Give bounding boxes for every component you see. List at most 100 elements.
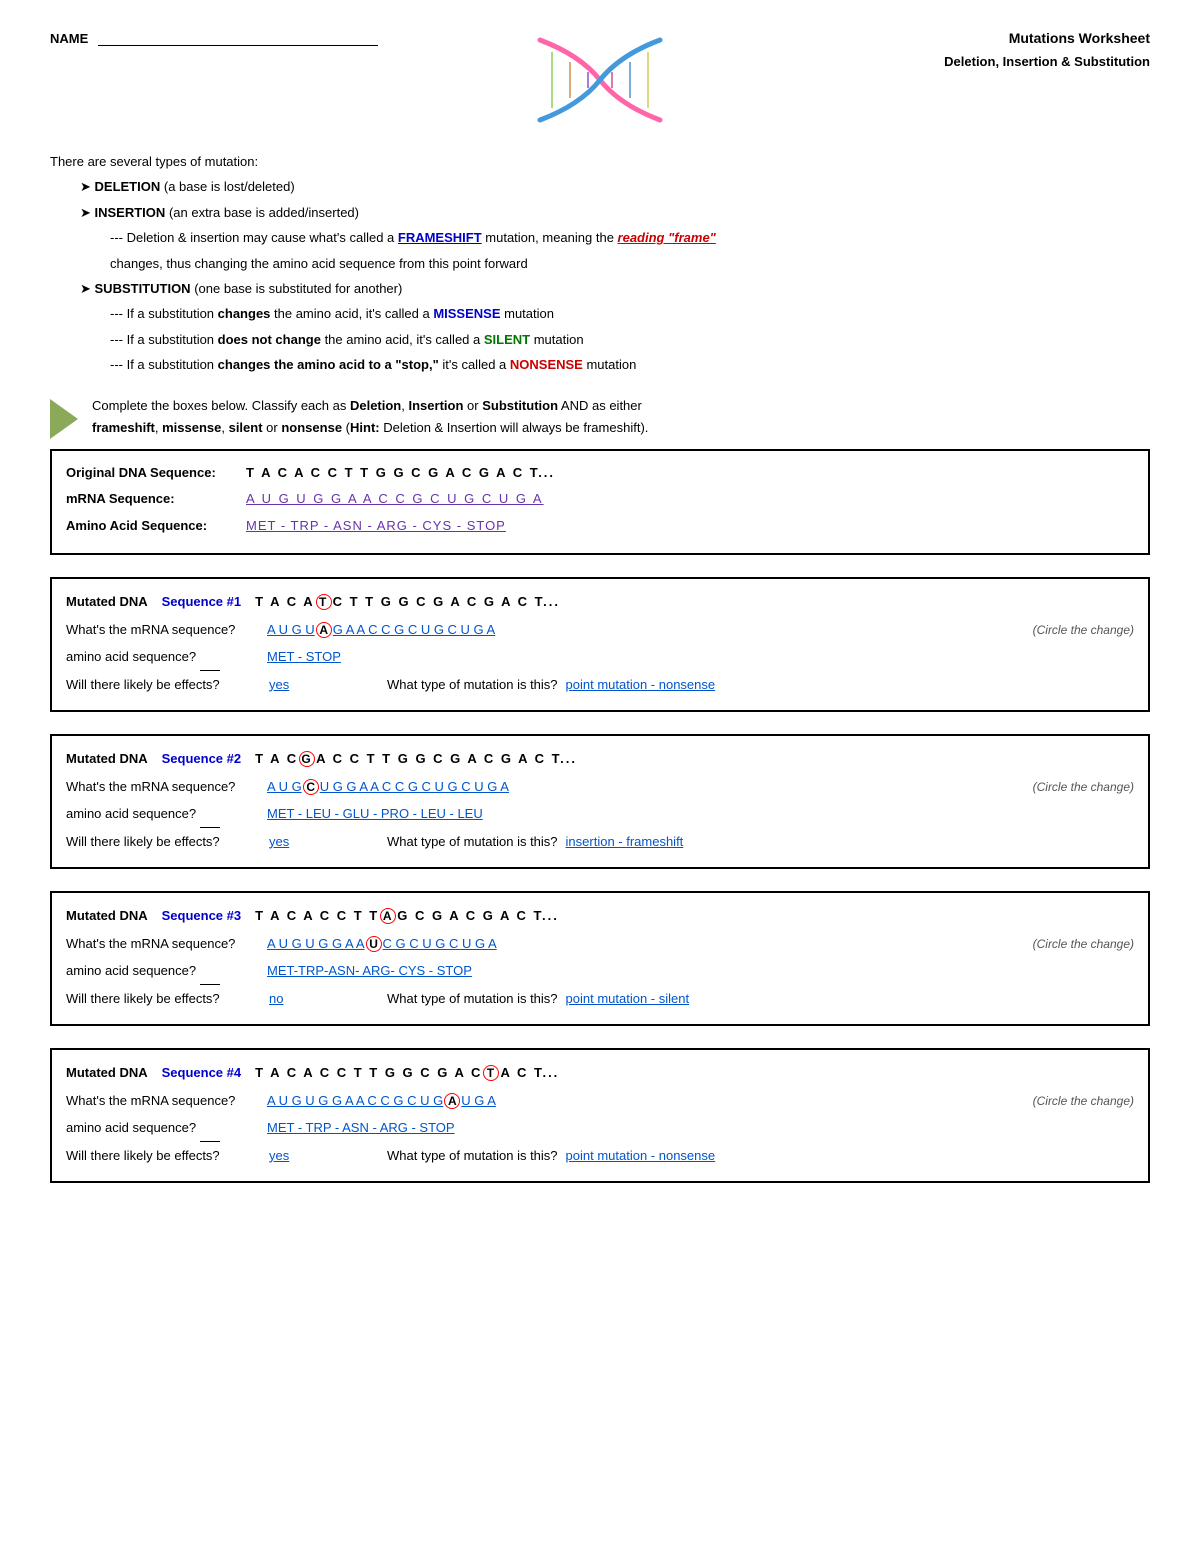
deletion-desc: (a base is lost/deleted) — [164, 179, 295, 194]
sub1-bold: changes — [218, 306, 271, 321]
mutation2-effects-answer: yes — [269, 829, 379, 855]
mutation3-dna-seq: T A C A C C T TAG C G A C G A C T... — [255, 903, 559, 929]
mutation4-label: Mutated DNA — [66, 1060, 148, 1086]
frameshift-cont: changes, thus changing the amino acid se… — [110, 252, 1150, 275]
mutation4-amino-answer: MET - TRP - ASN - ARG - STOP — [267, 1115, 455, 1141]
mutation4-mrna-answer: A U G U G G A A C C G C U GAU G A — [267, 1088, 496, 1114]
mutation4-circled: T — [483, 1065, 499, 1081]
nonsense-word: NONSENSE — [510, 357, 583, 372]
mutation3-effects-row: Will there likely be effects? no What ty… — [66, 986, 1134, 1012]
mutation1-effects-row: Will there likely be effects? yes What t… — [66, 672, 1134, 698]
mutation2-circled: G — [299, 751, 315, 767]
mutation1-seq-label: Sequence #1 — [162, 589, 242, 615]
original-amino-label: Amino Acid Sequence: — [66, 514, 236, 539]
mutation1-effects-label: Will there likely be effects? — [66, 672, 261, 698]
mutation1-mrna-circled: A — [316, 622, 332, 638]
original-mrna-seq: A U G U G G A A C C G C U G C U G A — [246, 487, 544, 512]
frameshift-word: FRAMESHIFT — [398, 230, 482, 245]
mutation4-box: Mutated DNA Sequence #4 T A C A C C T T … — [50, 1048, 1150, 1183]
original-amino-seq: MET - TRP - ASN - ARG - CYS - STOP — [246, 514, 506, 539]
mutation2-circle-note: (Circle the change) — [1033, 775, 1134, 799]
name-label: NAME — [50, 31, 88, 46]
frameshift-note1: --- Deletion & insertion may cause what'… — [110, 230, 398, 245]
mutation2-effects-label: Will there likely be effects? — [66, 829, 261, 855]
mutation1-box: Mutated DNA Sequence #1 T A C ATC T T G … — [50, 577, 1150, 712]
mutation3-header: Mutated DNA Sequence #3 T A C A C C T TA… — [66, 903, 1134, 929]
substitution-label: SUBSTITUTION — [95, 281, 191, 296]
mutation2-dna-seq: T A CGA C C T T G G C G A C G A C T... — [255, 746, 577, 772]
mutation1-effects-answer: yes — [269, 672, 379, 698]
mutation3-amino-label: amino acid sequence? — [66, 958, 261, 985]
mutation4-type-label: What type of mutation is this? — [387, 1143, 558, 1169]
reading-frame-word: reading "frame" — [618, 230, 716, 245]
original-dna-label: Original DNA Sequence: — [66, 461, 236, 486]
mutation4-mrna-label: What's the mRNA sequence? — [66, 1088, 261, 1114]
sub1-line: --- If a substitution changes the amino … — [110, 302, 1150, 325]
mutation1-dna-seq: T A C ATC T T G G C G A C G A C T... — [255, 589, 560, 615]
mutation4-mrna-row: What's the mRNA sequence? A U G U G G A … — [66, 1088, 1134, 1114]
mutation1-circled: T — [316, 594, 332, 610]
mutation2-label: Mutated DNA — [66, 746, 148, 772]
mutation2-mrna-label: What's the mRNA sequence? — [66, 774, 261, 800]
worksheet-subtitle: Deletion, Insertion & Substitution — [944, 54, 1150, 69]
mutation3-circled: A — [380, 908, 396, 924]
mutation1-label: Mutated DNA — [66, 589, 148, 615]
mutation4-seq-label: Sequence #4 — [162, 1060, 242, 1086]
mutation2-mrna-answer: A U GCU G G A A C C G C U G C U G A — [267, 774, 509, 800]
mutation4-amino-row: amino acid sequence? MET - TRP - ASN - A… — [66, 1115, 1134, 1142]
mutation3-circle-note: (Circle the change) — [1033, 932, 1134, 956]
original-mrna-label: mRNA Sequence: — [66, 487, 236, 512]
mutation2-type-label: What type of mutation is this? — [387, 829, 558, 855]
mutation3-type-label: What type of mutation is this? — [387, 986, 558, 1012]
original-amino-row: Amino Acid Sequence: MET - TRP - ASN - A… — [66, 514, 1134, 539]
insertion-desc: (an extra base is added/inserted) — [169, 205, 359, 220]
silent-word: SILENT — [484, 332, 530, 347]
sub2-line: --- If a substitution does not change th… — [110, 328, 1150, 351]
mutation4-effects-row: Will there likely be effects? yes What t… — [66, 1143, 1134, 1169]
original-dna-row: Original DNA Sequence: T A C A C C T T G… — [66, 461, 1134, 486]
mutation1-type-answer: point mutation - nonsense — [566, 672, 766, 698]
deletion-label: DELETION — [95, 179, 161, 194]
deletion-line: ➤ DELETION (a base is lost/deleted) — [80, 175, 1150, 198]
mutation3-effects-label: Will there likely be effects? — [66, 986, 261, 1012]
original-dna-seq: T A C A C C T T G G C G A C G A C T... — [246, 461, 555, 486]
frameshift-line: --- Deletion & insertion may cause what'… — [110, 226, 1150, 249]
mutation2-mrna-circled: C — [303, 779, 319, 795]
mutation1-amino-label: amino acid sequence? — [66, 644, 261, 671]
frameshift-note2: mutation, meaning the — [482, 230, 618, 245]
mutation4-type-answer: point mutation - nonsense — [566, 1143, 766, 1169]
mutation1-mrna-label: What's the mRNA sequence? — [66, 617, 261, 643]
mutation1-header: Mutated DNA Sequence #1 T A C ATC T T G … — [66, 589, 1134, 615]
sub3-line: --- If a substitution changes the amino … — [110, 353, 1150, 376]
mutation1-mrna-answer: A U G UAG A A C C G C U G C U G A — [267, 617, 495, 643]
arrow-icon — [50, 399, 78, 439]
instruction-block: Complete the boxes below. Classify each … — [50, 395, 1150, 439]
mutation1-mrna-row: What's the mRNA sequence? A U G UAG A A … — [66, 617, 1134, 643]
mutation3-mrna-circled: U — [366, 936, 382, 952]
mutation4-effects-answer: yes — [269, 1143, 379, 1169]
mutation3-label: Mutated DNA — [66, 903, 148, 929]
mutation2-amino-label: amino acid sequence? — [66, 801, 261, 828]
mutation4-header: Mutated DNA Sequence #4 T A C A C C T T … — [66, 1060, 1134, 1086]
mutation2-box: Mutated DNA Sequence #2 T A CGA C C T T … — [50, 734, 1150, 869]
intro-section: There are several types of mutation: ➤ D… — [50, 150, 1150, 377]
missense-word: MISSENSE — [433, 306, 500, 321]
mutation3-mrna-answer: A U G U G G A AUC G C U G C U G A — [267, 931, 497, 957]
mutation1-amino-answer: MET - STOP — [267, 644, 341, 670]
mutation3-amino-answer: MET-TRP-ASN- ARG- CYS - STOP — [267, 958, 472, 984]
substitution-line: ➤ SUBSTITUTION (one base is substituted … — [80, 277, 1150, 300]
original-dna-box: Original DNA Sequence: T A C A C C T T G… — [50, 449, 1150, 555]
mutation1-type-label: What type of mutation is this? — [387, 672, 558, 698]
substitution-desc: (one base is substituted for another) — [194, 281, 402, 296]
mutation3-effects-answer: no — [269, 986, 379, 1012]
mutation2-amino-answer: MET - LEU - GLU - PRO - LEU - LEU — [267, 801, 483, 827]
worksheet-title: Mutations Worksheet — [944, 30, 1150, 46]
mutation2-type-answer: insertion - frameshift — [566, 829, 766, 855]
original-mrna-row: mRNA Sequence: A U G U G G A A C C G C U… — [66, 487, 1134, 512]
name-underline — [98, 30, 378, 46]
mutation2-effects-row: Will there likely be effects? yes What t… — [66, 829, 1134, 855]
mutation2-amino-row: amino acid sequence? MET - LEU - GLU - P… — [66, 801, 1134, 828]
mutation3-type-answer: point mutation - silent — [566, 986, 766, 1012]
insertion-label: INSERTION — [95, 205, 166, 220]
mutation3-mrna-label: What's the mRNA sequence? — [66, 931, 261, 957]
